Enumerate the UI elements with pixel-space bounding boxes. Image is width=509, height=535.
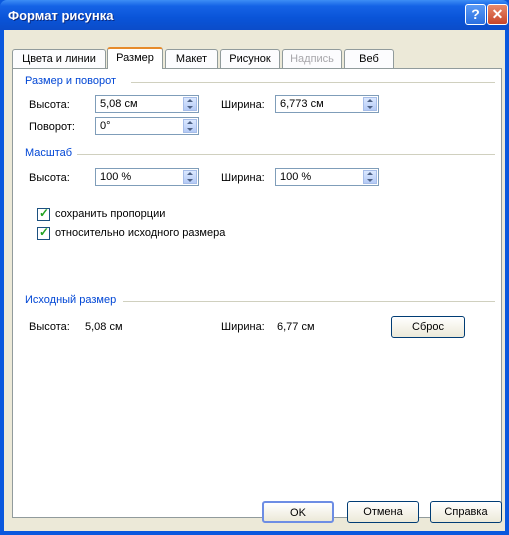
scale-height-spinner[interactable]: 100 %	[95, 168, 199, 186]
scale-height-value: 100 %	[100, 171, 132, 183]
original-width-value: 6,77 см	[277, 321, 315, 333]
spin-arrows-icon[interactable]	[183, 170, 197, 184]
dialog-client: Цвета и линии Размер Макет Рисунок Надпи…	[4, 30, 505, 531]
section-scale-title: Масштаб	[25, 147, 73, 159]
relative-size-label[interactable]: относительно исходного размера	[55, 227, 225, 239]
help-icon[interactable]: ?	[465, 4, 486, 25]
keep-ratio-checkbox[interactable]	[37, 206, 50, 221]
width-label: Ширина:	[221, 99, 265, 111]
height-spinner[interactable]: 5,08 см	[95, 95, 199, 113]
spin-arrows-icon[interactable]	[183, 119, 197, 133]
tab-layout[interactable]: Макет	[165, 49, 218, 68]
rotate-value: 0°	[100, 120, 111, 132]
ok-button[interactable]: OK	[262, 501, 334, 523]
height-label: Высота:	[29, 99, 70, 111]
original-height-label: Высота:	[29, 321, 70, 333]
tab-colors-lines[interactable]: Цвета и линии	[12, 49, 106, 68]
reset-button[interactable]: Сброс	[391, 316, 465, 338]
keep-ratio-label[interactable]: сохранить пропорции	[55, 208, 165, 220]
original-width-label: Ширина:	[221, 321, 265, 333]
width-value: 6,773 см	[280, 98, 324, 110]
tab-picture[interactable]: Рисунок	[220, 49, 280, 68]
window-title: Формат рисунка	[8, 8, 114, 23]
tab-web[interactable]: Веб	[344, 49, 394, 68]
close-icon[interactable]: ✕	[487, 4, 508, 25]
scale-width-value: 100 %	[280, 171, 312, 183]
width-spinner[interactable]: 6,773 см	[275, 95, 379, 113]
spin-arrows-icon[interactable]	[183, 97, 197, 111]
spin-arrows-icon[interactable]	[363, 97, 377, 111]
scale-width-label: Ширина:	[221, 172, 265, 184]
scale-width-spinner[interactable]: 100 %	[275, 168, 379, 186]
relative-size-checkbox[interactable]	[37, 225, 50, 240]
help-button[interactable]: Справка	[430, 501, 502, 523]
section-original-title: Исходный размер	[25, 294, 117, 306]
divider	[131, 82, 495, 83]
scale-height-label: Высота:	[29, 172, 70, 184]
original-height-value: 5,08 см	[85, 321, 123, 333]
height-value: 5,08 см	[100, 98, 138, 110]
spin-arrows-icon[interactable]	[363, 170, 377, 184]
dialog-window: Формат рисунка ? ✕ Цвета и линии Размер …	[0, 0, 509, 535]
tab-size[interactable]: Размер	[107, 47, 163, 69]
title-bar[interactable]: Формат рисунка ? ✕	[0, 0, 509, 30]
cancel-button[interactable]: Отмена	[347, 501, 419, 523]
rotate-spinner[interactable]: 0°	[95, 117, 199, 135]
divider	[123, 301, 495, 302]
rotate-label: Поворот:	[29, 121, 75, 133]
tab-panel-size: Размер и поворот Высота: 5,08 см Ширина:…	[12, 68, 502, 518]
divider	[77, 154, 495, 155]
section-size-rotate-title: Размер и поворот	[25, 75, 117, 87]
tab-textbox: Надпись	[282, 49, 342, 68]
